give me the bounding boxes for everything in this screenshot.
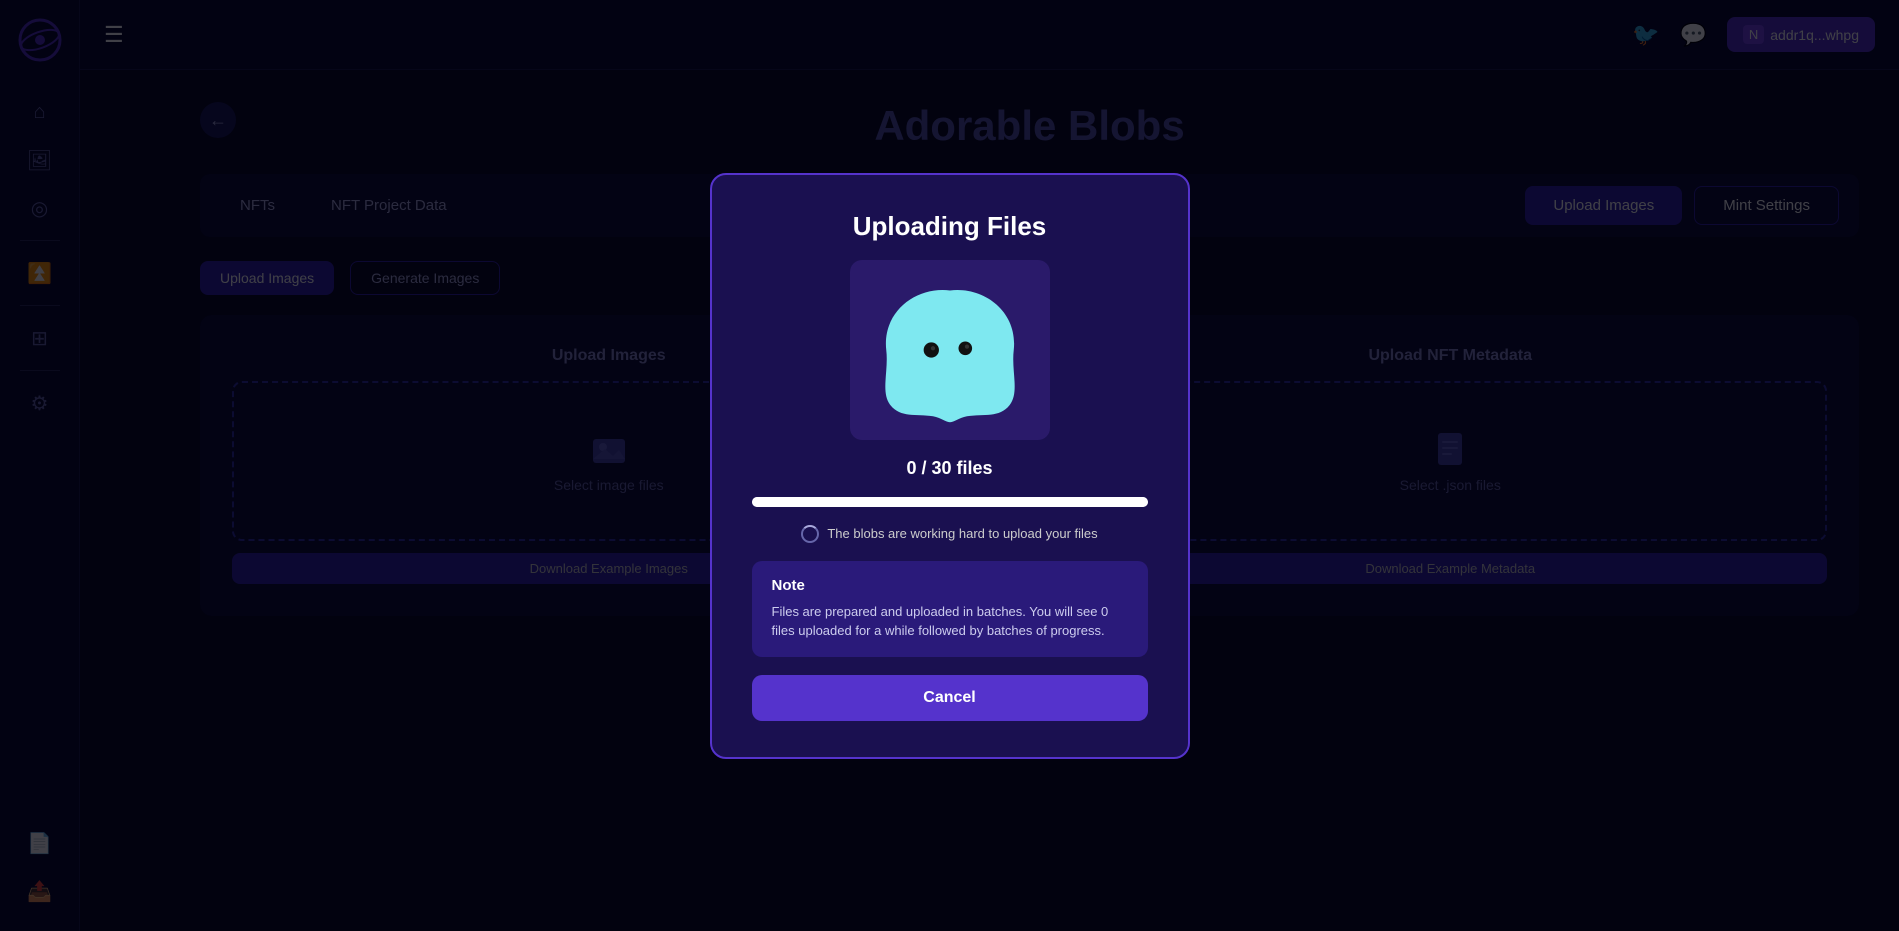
status-text: The blobs are working hard to upload you… — [827, 526, 1097, 541]
modal-file-count: 0 / 30 files — [906, 458, 992, 479]
modal-overlay: Uploading Files 0 / 30 files — [0, 0, 1899, 931]
progress-bar-container — [752, 497, 1148, 507]
loading-spinner — [801, 525, 819, 543]
modal-title: Uploading Files — [853, 211, 1047, 242]
uploading-modal: Uploading Files 0 / 30 files — [710, 173, 1190, 759]
note-text: Files are prepared and uploaded in batch… — [772, 602, 1128, 641]
note-title: Note — [772, 577, 1128, 594]
cancel-button[interactable]: Cancel — [752, 675, 1148, 721]
progress-bar-fill — [752, 497, 1148, 507]
ghost-blob-svg — [865, 270, 1035, 430]
progress-status: The blobs are working hard to upload you… — [801, 525, 1097, 543]
note-box: Note Files are prepared and uploaded in … — [752, 561, 1148, 657]
modal-image-box — [850, 260, 1050, 440]
